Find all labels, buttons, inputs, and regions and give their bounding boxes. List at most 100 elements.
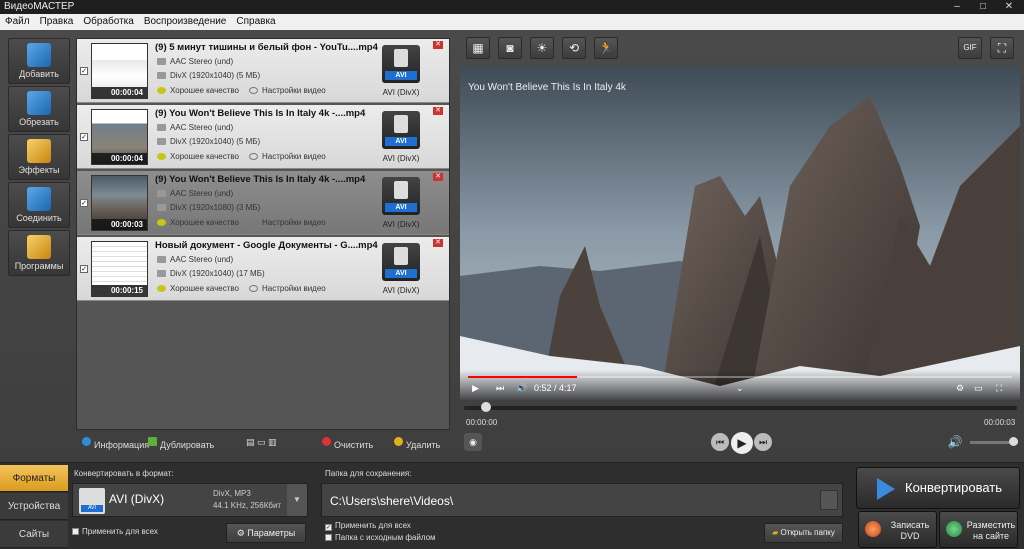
convert-arrow-icon [877, 478, 895, 500]
crop-icon[interactable]: ◙ [498, 37, 522, 59]
open-folder-button[interactable]: ▰ Открыть папку [764, 523, 843, 543]
time-total: 00:00:03 [984, 418, 1016, 427]
file-audio-info[interactable]: AAC Stereo (und) [157, 123, 233, 132]
file-quality[interactable]: Хорошее качество [157, 218, 239, 227]
apply-all-save-checkbox[interactable]: ✓ Применить для всех [325, 521, 411, 531]
burn-dvd-button[interactable]: Записать DVD [858, 511, 937, 548]
apply-all-format-checkbox[interactable]: Применить для всех [72, 527, 158, 536]
file-quality[interactable]: Хорошее качество [157, 86, 239, 95]
gif-icon[interactable]: GIF [958, 37, 982, 59]
publish-site-button[interactable]: Разместить на сайте [939, 511, 1018, 548]
video-settings-link[interactable]: Настройки видео [249, 86, 326, 95]
save-path-field[interactable]: C:\Users\shere\Videos\ [321, 483, 843, 517]
rotate-icon[interactable]: ⟲ [562, 37, 586, 59]
tab-formats[interactable]: Форматы [0, 465, 68, 492]
sidebar-item-add[interactable]: Добавить [8, 38, 70, 84]
volume-slider[interactable] [970, 437, 1018, 446]
embedded-settings-icon[interactable]: ⚙ [956, 383, 964, 394]
menu-help[interactable]: Справка [231, 14, 280, 30]
info-button[interactable]: Информация [82, 437, 149, 450]
embedded-cast-icon[interactable]: ▭ [974, 383, 983, 394]
speed-runner-icon[interactable]: 🏃 [594, 37, 618, 59]
join-film-icon [27, 187, 51, 211]
format-badge[interactable]: AVI [382, 177, 420, 215]
file-format: AVI (DivX) [382, 220, 420, 229]
embedded-progress[interactable] [468, 376, 1012, 378]
embedded-play-icon[interactable]: ▶ [472, 383, 479, 394]
file-quality[interactable]: Хорошее качество [157, 284, 239, 293]
seek-knob[interactable] [480, 402, 491, 412]
close-window-button[interactable]: ✕ [996, 0, 1022, 14]
file-checkbox[interactable]: ✓ [80, 265, 88, 273]
remove-file-icon[interactable]: ✕ [433, 107, 443, 115]
sidebar-item-join[interactable]: Соединить [8, 182, 70, 228]
save-path-value: C:\Users\shere\Videos\ [330, 494, 454, 508]
fullscreen-icon[interactable]: ⛶ [990, 37, 1014, 59]
video-settings-link[interactable]: Настройки видео [249, 152, 326, 161]
file-row[interactable]: ✓ 00:00:04 (9) 5 минут тишины и белый фо… [77, 39, 449, 103]
video-settings-link[interactable]: Настройки видео [249, 284, 326, 293]
play-button[interactable]: ▶ [731, 432, 753, 454]
volume-icon[interactable]: 🔊 [946, 433, 964, 451]
menu-processing[interactable]: Обработка [78, 14, 138, 30]
file-row[interactable]: ✓ 00:00:15 Новый документ - Google Докум… [77, 237, 449, 301]
clear-button[interactable]: Очистить [322, 437, 373, 450]
embedded-next-icon[interactable]: ⏭ [496, 383, 504, 394]
gear-icon [249, 153, 258, 160]
file-row[interactable]: ✓ 00:00:04 (9) You Won't Believe This Is… [77, 105, 449, 169]
convert-button[interactable]: Конвертировать [856, 467, 1020, 509]
format-badge[interactable]: AVI [382, 111, 420, 149]
volume-knob[interactable] [1009, 437, 1018, 446]
menu-file[interactable]: Файл [0, 14, 35, 30]
chevron-down-icon[interactable]: ▼ [287, 484, 307, 516]
file-audio-info[interactable]: AAC Stereo (und) [157, 255, 233, 264]
video-settings-link[interactable]: Настройки видео [249, 218, 326, 227]
sidebar-item-label: Обрезать [19, 117, 59, 127]
embedded-chevron-down-icon[interactable]: ⌄ [736, 383, 744, 394]
remove-file-icon[interactable]: ✕ [433, 239, 443, 247]
film-icon [157, 270, 166, 277]
duplicate-button[interactable]: Дублировать [148, 437, 214, 450]
film-strip-icon[interactable]: ▦ [466, 37, 490, 59]
maximize-button[interactable]: □ [970, 0, 996, 14]
format-badge[interactable]: AVI [382, 243, 420, 281]
file-checkbox[interactable]: ✓ [80, 199, 88, 207]
remove-file-icon[interactable]: ✕ [433, 173, 443, 181]
brightness-icon[interactable]: ☀ [530, 37, 554, 59]
remove-file-icon[interactable]: ✕ [433, 41, 443, 49]
file-checkbox[interactable]: ✓ [80, 133, 88, 141]
file-quality[interactable]: Хорошее качество [157, 152, 239, 161]
sidebar-item-programs[interactable]: Программы [8, 230, 70, 276]
folder-browse-icon[interactable] [820, 490, 838, 510]
file-thumbnail: 00:00:04 [91, 109, 148, 165]
next-frame-icon[interactable]: ⏭ [754, 433, 772, 451]
quality-dot-icon [157, 87, 166, 94]
file-audio-info[interactable]: AAC Stereo (und) [157, 57, 233, 66]
source-folder-checkbox[interactable]: Папка с исходным файлом [325, 533, 436, 542]
menu-edit[interactable]: Правка [35, 14, 79, 30]
file-video-info: DivX (1920x1080) (3 МБ) [157, 203, 260, 212]
params-button[interactable]: ⚙ Параметры [226, 523, 306, 543]
video-preview[interactable]: You Won't Believe This Is In Italy 4k ▶ … [460, 66, 1020, 400]
file-video-info: DivX (1920x1040) (5 МБ) [157, 137, 260, 146]
format-selector[interactable]: AVI AVI (DivX) DivX, MP3 44.1 KHz, 256Кби… [72, 483, 308, 517]
embedded-volume-icon[interactable]: 🔊 [516, 383, 527, 394]
tab-devices[interactable]: Устройства [0, 493, 68, 520]
embedded-fullscreen-icon[interactable]: ⛶ [996, 383, 1002, 394]
minimize-button[interactable]: – [944, 0, 970, 14]
file-audio-info[interactable]: AAC Stereo (und) [157, 189, 233, 198]
tab-sites[interactable]: Сайты [0, 521, 68, 548]
snapshot-icon[interactable]: ◉ [464, 433, 482, 451]
view-toggle[interactable]: ▤ ▭ ▥ [246, 437, 277, 448]
prev-frame-icon[interactable]: ⏮ [711, 433, 729, 451]
sidebar-item-cut[interactable]: Обрезать [8, 86, 70, 132]
seek-slider[interactable] [464, 402, 1017, 412]
format-badge[interactable]: AVI [382, 45, 420, 83]
file-row-selected[interactable]: ✓ 00:00:03 (9) You Won't Believe This Is… [77, 171, 449, 235]
sidebar-item-effects[interactable]: Эффекты [8, 134, 70, 180]
sidebar-item-label: Программы [14, 261, 64, 271]
delete-button[interactable]: Удалить [394, 437, 440, 450]
delete-icon [394, 437, 403, 446]
file-checkbox[interactable]: ✓ [80, 67, 88, 75]
menu-playback[interactable]: Воспроизведение [139, 14, 232, 30]
